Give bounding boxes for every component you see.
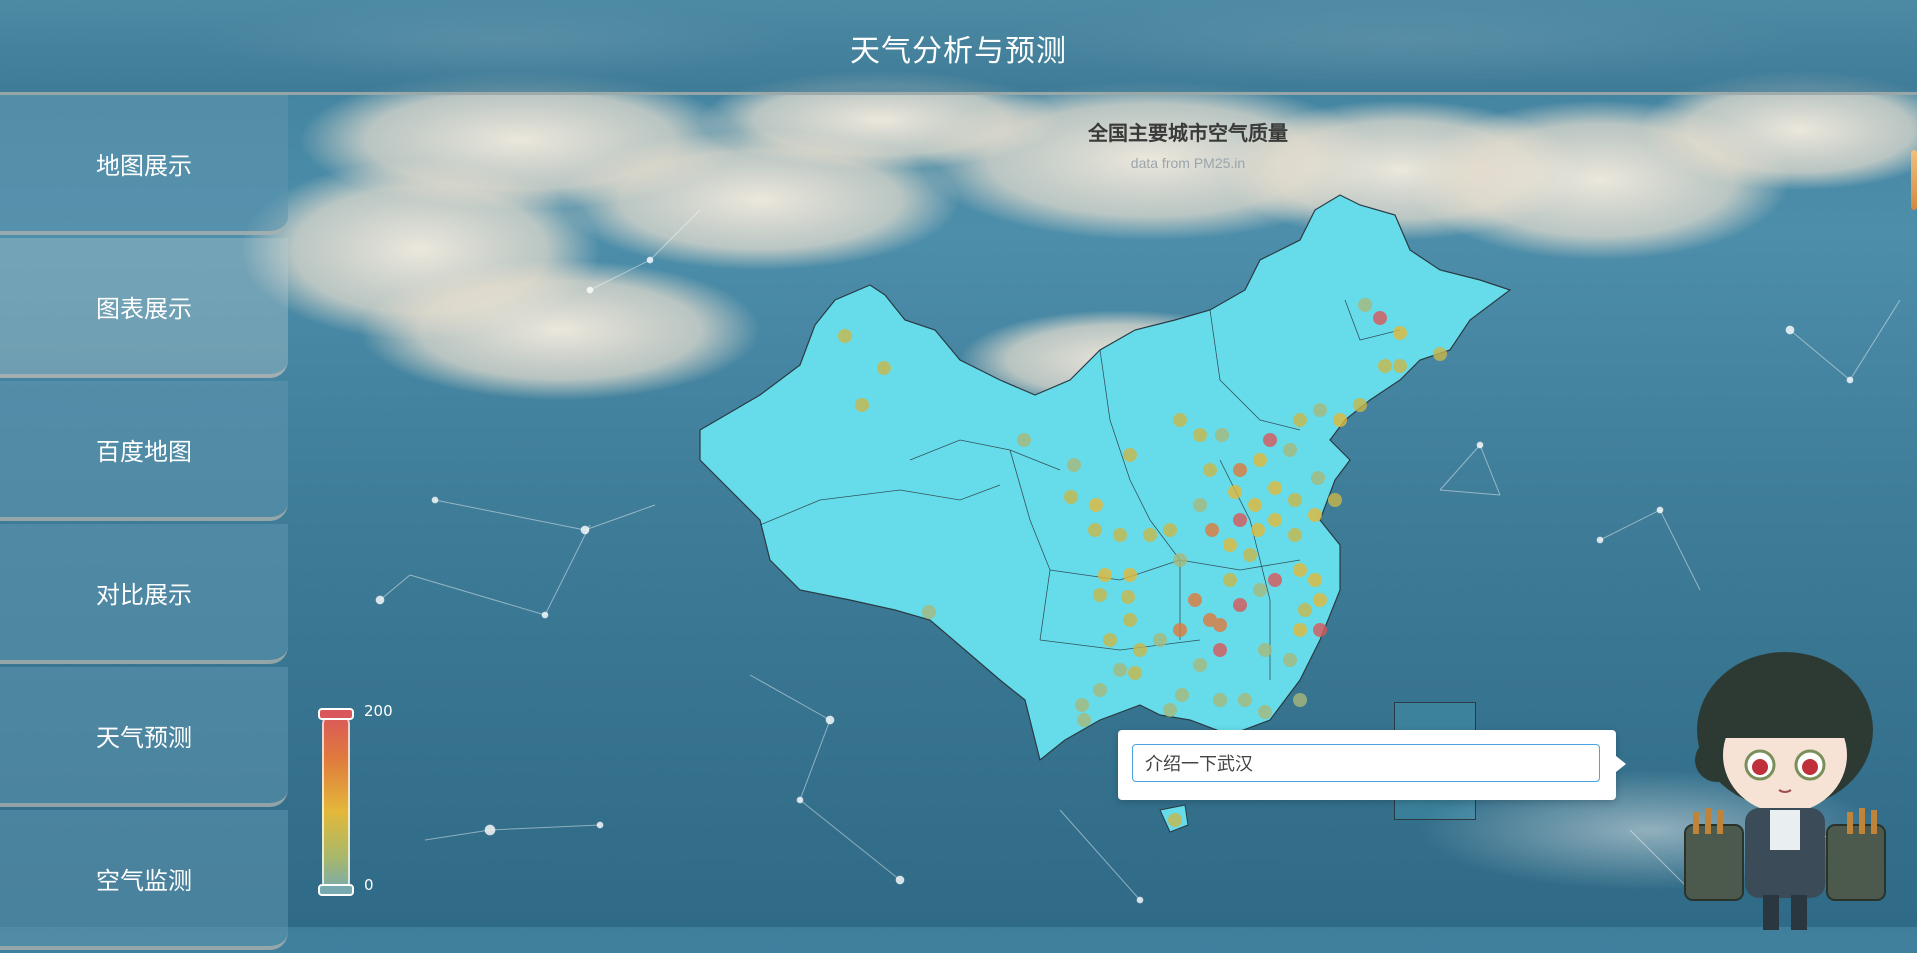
city-point — [1113, 528, 1127, 542]
city-point — [1173, 413, 1187, 427]
city-point — [1233, 598, 1247, 612]
city-point — [1143, 528, 1157, 542]
legend-handle-min[interactable] — [318, 884, 354, 896]
legend-handle-max[interactable] — [318, 708, 354, 720]
aqi-legend-gradient[interactable] — [322, 712, 350, 894]
city-point — [1123, 613, 1137, 627]
city-point — [1123, 568, 1137, 582]
city-point — [922, 605, 936, 619]
city-point — [1093, 588, 1107, 602]
chat-input[interactable] — [1132, 744, 1600, 782]
city-point — [1168, 813, 1182, 827]
city-point — [1163, 703, 1177, 717]
city-point — [1067, 458, 1081, 472]
city-point — [1353, 398, 1367, 412]
city-point — [1373, 311, 1387, 325]
city-point — [1163, 523, 1177, 537]
city-point — [1193, 498, 1207, 512]
city-point — [1433, 347, 1447, 361]
city-point — [1308, 508, 1322, 522]
city-point — [1203, 463, 1217, 477]
city-point — [1393, 359, 1407, 373]
city-point — [1283, 653, 1297, 667]
city-point — [1098, 568, 1112, 582]
city-point — [1268, 513, 1282, 527]
city-point — [1243, 548, 1257, 562]
city-point — [1173, 553, 1187, 567]
city-point — [1188, 593, 1202, 607]
city-point — [1258, 705, 1272, 719]
city-point — [1193, 428, 1207, 442]
city-point — [1088, 523, 1102, 537]
city-point — [855, 398, 869, 412]
chat-bubble — [1118, 730, 1626, 800]
city-point — [1213, 643, 1227, 657]
city-point — [1205, 523, 1219, 537]
city-point — [1215, 428, 1229, 442]
city-point — [1283, 443, 1297, 457]
city-point — [1089, 498, 1103, 512]
city-point — [1238, 693, 1252, 707]
legend-max-label: 200 — [364, 702, 393, 720]
city-point — [1223, 538, 1237, 552]
city-point — [1213, 693, 1227, 707]
city-point — [1173, 623, 1187, 637]
city-point — [1253, 453, 1267, 467]
city-point — [1153, 633, 1167, 647]
city-point — [1253, 583, 1267, 597]
city-point — [1123, 448, 1137, 462]
city-point — [1193, 658, 1207, 672]
city-point — [1233, 463, 1247, 477]
city-point — [1308, 573, 1322, 587]
city-point — [1213, 618, 1227, 632]
city-point — [1113, 663, 1127, 677]
city-point — [1293, 413, 1307, 427]
city-point — [1093, 683, 1107, 697]
city-point — [1223, 573, 1237, 587]
mascot-character[interactable] — [1675, 640, 1895, 930]
city-point — [1103, 633, 1117, 647]
city-point — [1288, 493, 1302, 507]
city-point — [1293, 623, 1307, 637]
city-point — [1077, 713, 1091, 727]
city-point — [1175, 688, 1189, 702]
city-point — [1293, 693, 1307, 707]
city-points-layer — [838, 298, 1447, 827]
city-point — [1328, 493, 1342, 507]
city-point — [1358, 298, 1372, 312]
city-point — [1075, 698, 1089, 712]
city-point — [1311, 471, 1325, 485]
city-point — [1268, 481, 1282, 495]
city-point — [1251, 523, 1265, 537]
legend-min-label: 0 — [364, 876, 374, 894]
city-point — [1313, 593, 1327, 607]
city-point — [1128, 666, 1142, 680]
city-point — [1121, 590, 1135, 604]
city-point — [1248, 498, 1262, 512]
city-point — [1288, 528, 1302, 542]
city-point — [1263, 433, 1277, 447]
city-point — [1293, 563, 1307, 577]
city-point — [1313, 623, 1327, 637]
city-point — [1378, 359, 1392, 373]
city-point — [1258, 643, 1272, 657]
city-point — [1298, 603, 1312, 617]
city-point — [1228, 485, 1242, 499]
city-point — [1017, 433, 1031, 447]
city-point — [1233, 513, 1247, 527]
city-point — [1064, 490, 1078, 504]
city-point — [1133, 643, 1147, 657]
city-point — [877, 361, 891, 375]
city-point — [1313, 403, 1327, 417]
city-point — [838, 329, 852, 343]
scroll-thumb[interactable] — [1911, 150, 1917, 210]
city-point — [1333, 413, 1347, 427]
city-point — [1268, 573, 1282, 587]
city-point — [1393, 326, 1407, 340]
